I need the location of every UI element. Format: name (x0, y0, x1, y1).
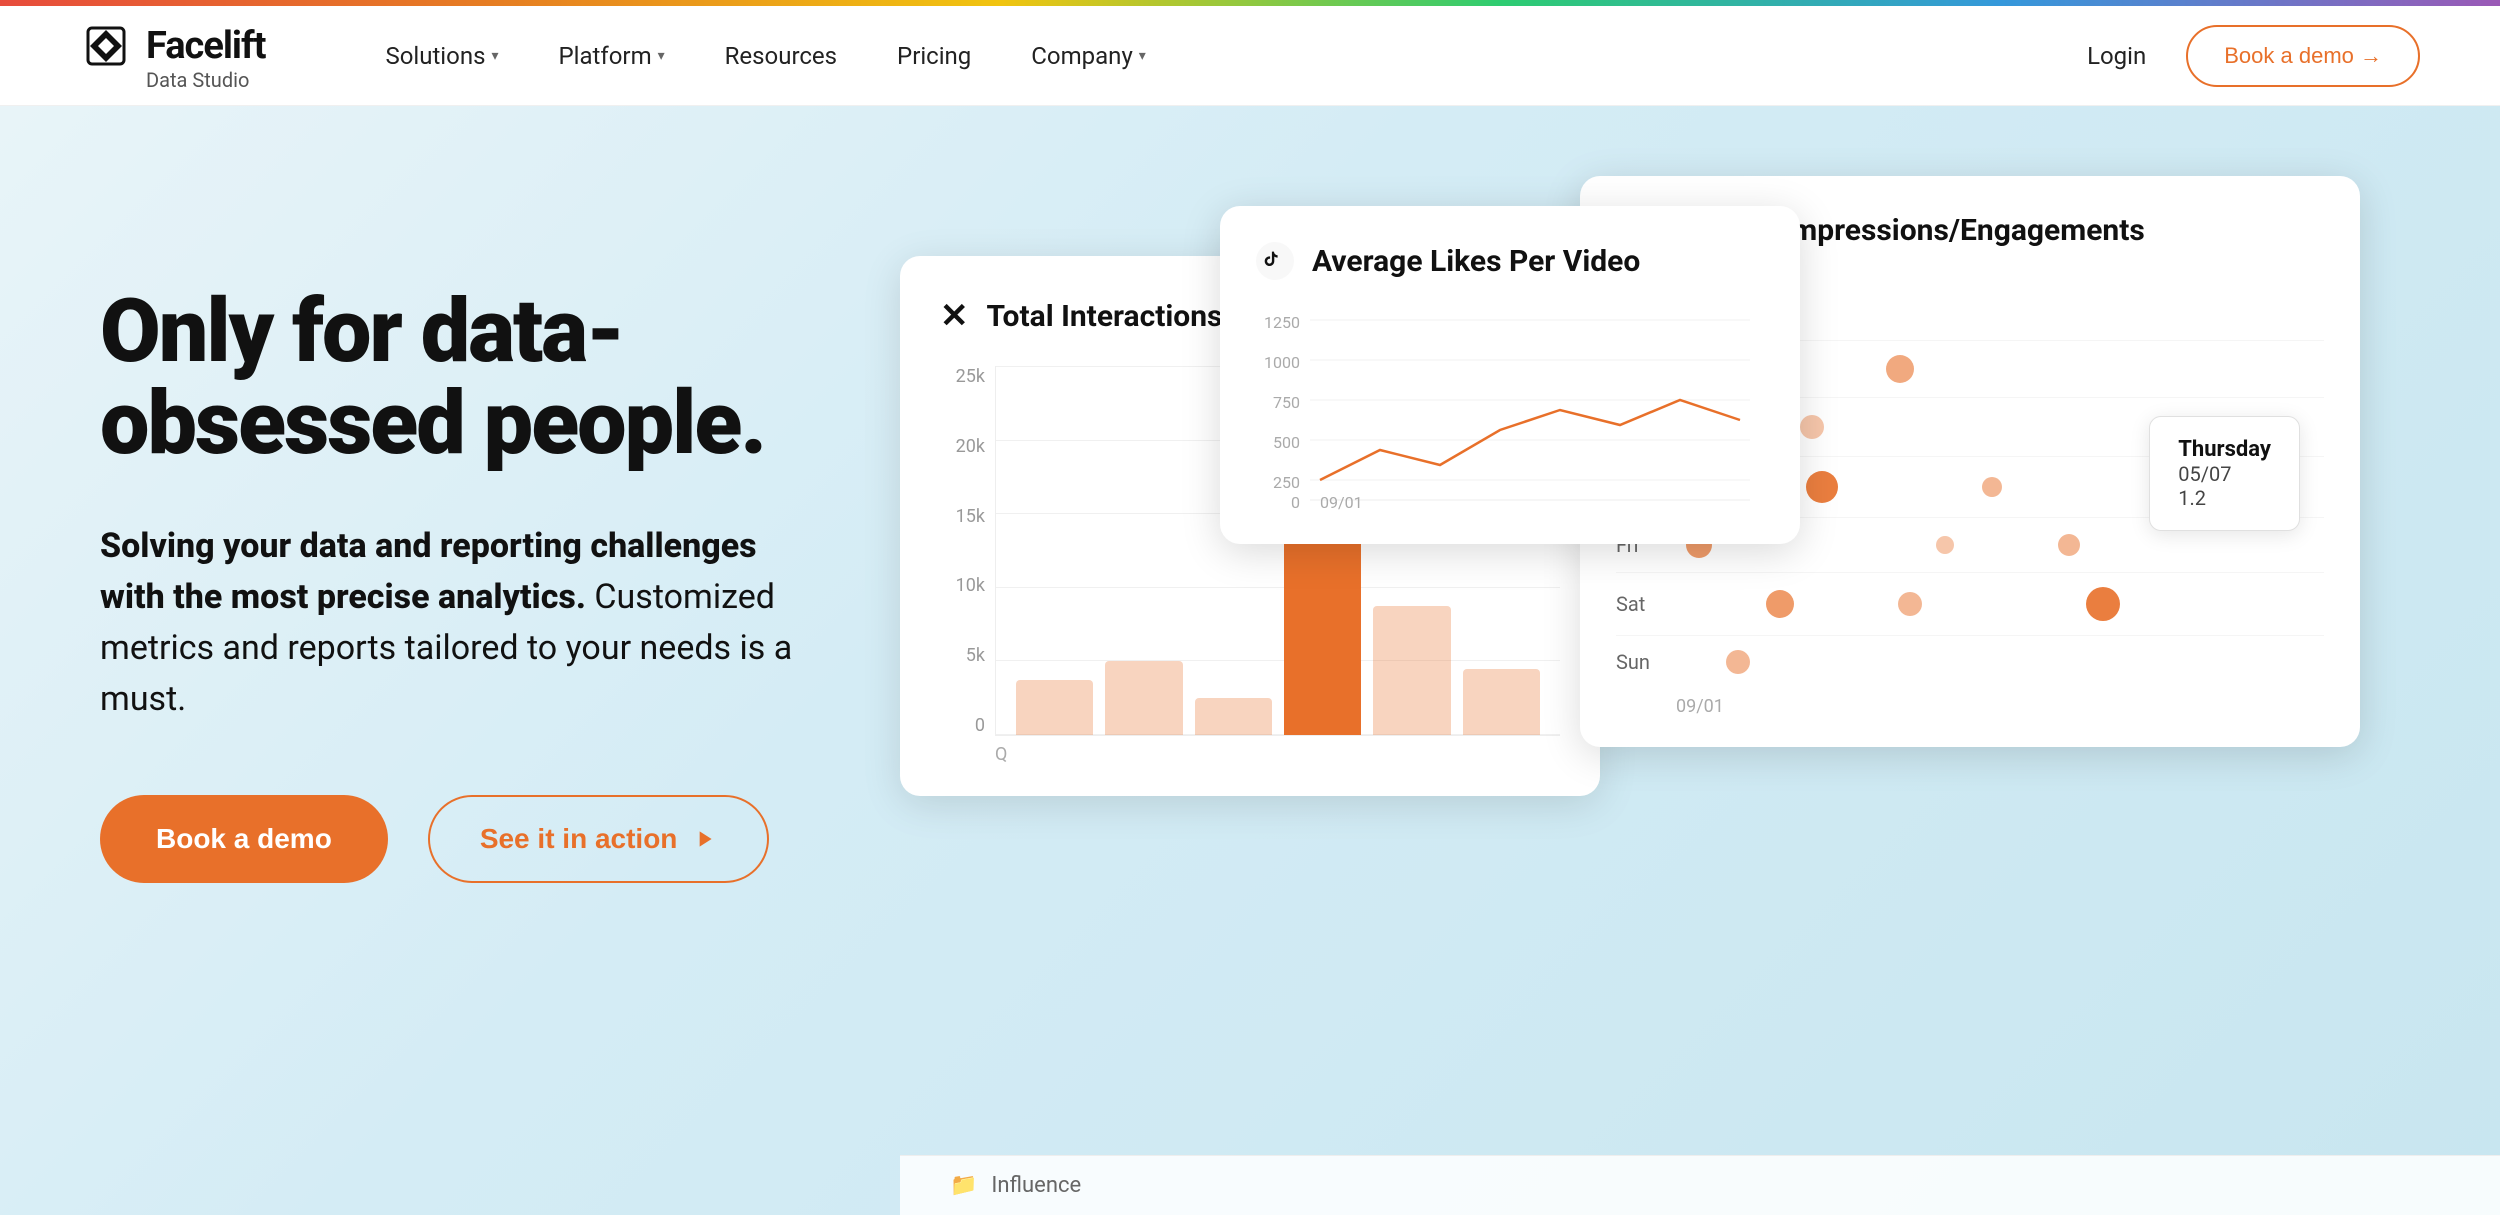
dot (1726, 650, 1750, 674)
dot (1982, 477, 2002, 497)
thursday-tooltip: Thursday 05/07 1.2 (2149, 416, 2300, 531)
y-label-10k: 10k (940, 575, 985, 596)
dot (1766, 590, 1794, 618)
influence-footer: 📁 Influence (900, 1155, 2500, 1215)
y-label-0: 0 (940, 715, 985, 736)
dot-row-sat: Sat (1616, 573, 2324, 636)
tooltip-date: 05/07 (2178, 462, 2271, 486)
play-icon (691, 826, 717, 852)
twitter-x-label: Q (995, 744, 1560, 765)
day-label-sun: Sun (1616, 650, 1666, 674)
dots-area (1686, 587, 2324, 621)
y-label-5k: 5k (940, 645, 985, 666)
y-label-25k: 25k (940, 366, 985, 387)
day-label-sat: Sat (1616, 592, 1666, 616)
svg-text:09/01: 09/01 (1320, 493, 1363, 510)
nav-company[interactable]: Company ▾ (1031, 42, 1146, 70)
chevron-down-icon: ▾ (491, 48, 498, 64)
svg-text:1000: 1000 (1264, 353, 1300, 372)
dot (2058, 534, 2080, 556)
dots-area (1686, 650, 2324, 674)
hero-section: Only for data-obsessed people. Solving y… (0, 106, 2500, 1215)
login-link[interactable]: Login (2087, 42, 2146, 70)
logo-area: Facelift Data Studio (80, 20, 265, 92)
nav-pricing[interactable]: Pricing (897, 42, 971, 70)
hero-book-demo-button[interactable]: Book a demo (100, 795, 388, 883)
dot (1936, 536, 1954, 554)
dot (1806, 471, 1838, 503)
nav-solutions[interactable]: Solutions ▾ (385, 42, 498, 70)
x-twitter-icon: ✕ (940, 296, 969, 336)
dot (1898, 592, 1922, 616)
dot (2086, 587, 2120, 621)
twitter-y-axis: 25k 20k 15k 10k 5k 0 (940, 366, 995, 736)
logo-name: Facelift (146, 24, 265, 68)
main-nav: Facelift Data Studio Solutions ▾ Platfor… (0, 6, 2500, 106)
chevron-down-icon: ▾ (658, 48, 665, 64)
svg-text:750: 750 (1273, 393, 1300, 412)
instagram-x-label: 09/01 (1676, 696, 2324, 717)
tiktok-card-header: Average Likes Per Video (1256, 242, 1764, 280)
svg-text:500: 500 (1273, 433, 1300, 452)
y-label-15k: 15k (940, 506, 985, 527)
logo-icon (80, 20, 132, 72)
folder-icon: 📁 (950, 1173, 977, 1198)
tooltip-value: 1.2 (2178, 486, 2271, 510)
tooltip-day: Thursday (2178, 437, 2271, 462)
svg-text:1250: 1250 (1264, 313, 1300, 332)
influence-label: Influence (991, 1173, 1081, 1198)
nav-actions: Login Book a demo → (2087, 25, 2420, 87)
bar (1463, 669, 1540, 735)
twitter-card-title: Total Interactions (987, 299, 1223, 334)
tiktok-line-chart: 1250 1000 750 500 250 0 09/01 (1256, 310, 1764, 510)
logo-subtitle: Data Studio (146, 68, 249, 92)
bar (1105, 661, 1182, 735)
hero-buttons: Book a demo See it in action (100, 795, 820, 883)
tiktok-card-title: Average Likes Per Video (1312, 244, 1640, 279)
nav-links: Solutions ▾ Platform ▾ Resources Pricing… (385, 42, 2087, 70)
hero-heading: Only for data-obsessed people. (100, 286, 820, 471)
dot (1800, 415, 1824, 439)
nav-platform[interactable]: Platform ▾ (559, 42, 665, 70)
bar (1195, 698, 1272, 735)
svg-text:0: 0 (1291, 493, 1300, 510)
book-demo-button[interactable]: Book a demo → (2186, 25, 2420, 87)
bar (1016, 680, 1093, 735)
tiktok-icon (1256, 242, 1294, 280)
dot-row-sun: Sun (1616, 636, 2324, 688)
dot (1886, 355, 1914, 383)
tiktok-chart-card: Average Likes Per Video 1250 1000 750 50… (1220, 206, 1800, 544)
logo-row: Facelift (80, 20, 265, 72)
nav-resources[interactable]: Resources (725, 42, 837, 70)
chevron-down-icon: ▾ (1139, 48, 1146, 64)
svg-text:250: 250 (1273, 473, 1300, 492)
y-label-20k: 20k (940, 436, 985, 457)
bar (1373, 606, 1450, 735)
hero-see-action-button[interactable]: See it in action (428, 795, 770, 883)
hero-right: ✕ Total Interactions 25k 20k 15k 10k 5k … (900, 106, 2500, 1215)
hero-left: Only for data-obsessed people. Solving y… (0, 106, 900, 1215)
hero-subtext: Solving your data and reporting challeng… (100, 521, 820, 725)
